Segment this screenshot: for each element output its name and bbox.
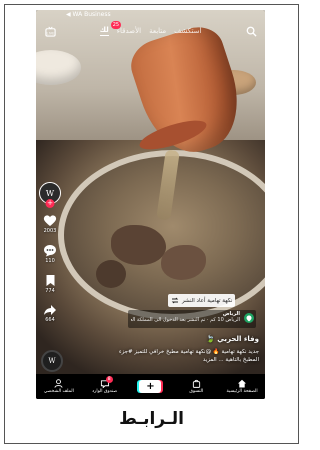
location-pin-icon <box>244 313 254 323</box>
post-username[interactable]: وفاء الحربي 🍃 <box>206 335 259 343</box>
tab-for-you[interactable]: لك <box>99 26 109 36</box>
meat-piece <box>96 260 126 288</box>
svg-text:LIVE: LIVE <box>46 31 55 35</box>
share-action[interactable]: 664 <box>43 304 57 323</box>
bookmark-icon <box>46 275 54 286</box>
music-disc-icon[interactable]: W <box>41 350 63 372</box>
shop-icon <box>192 379 200 388</box>
link-caption[interactable]: الـرابـط <box>5 409 298 429</box>
tab-friends-label: الأصدقاء <box>116 27 142 35</box>
repost-pill[interactable]: نكهة تهامية أعاد النشر <box>168 294 236 307</box>
status-bar: ◀ WA Business <box>36 10 265 20</box>
meat-piece <box>111 225 166 265</box>
share-count: 664 <box>45 317 55 323</box>
save-count: 774 <box>45 288 55 294</box>
nav-home[interactable]: الصفحة الرئيسية <box>222 379 262 394</box>
comment-action[interactable]: 110 <box>43 244 57 264</box>
creator-avatar[interactable]: W + <box>39 182 61 208</box>
nav-shop[interactable]: التسوق <box>176 379 216 394</box>
repost-label: نكهة تهامية أعاد النشر <box>182 297 233 304</box>
comment-count: 110 <box>45 258 55 264</box>
follow-button[interactable]: + <box>45 199 55 208</box>
tab-following[interactable]: متابعة <box>149 27 166 35</box>
tab-friends[interactable]: 25 الأصدقاء <box>110 21 142 35</box>
inbox-badge: 8 <box>105 376 113 383</box>
feed-tabs: استكشف متابعة 25 الأصدقاء لك <box>99 21 201 36</box>
tab-explore[interactable]: استكشف <box>174 27 201 35</box>
search-icon[interactable] <box>245 25 257 37</box>
nav-profile-label: الملف الشخصي <box>43 389 74 394</box>
nav-home-label: الصفحة الرئيسية <box>226 389 258 394</box>
share-arrow-icon <box>44 305 56 315</box>
profile-icon <box>54 379 63 388</box>
like-action[interactable]: 2003 <box>43 214 57 234</box>
nav-inbox[interactable]: 8 صندوق الوارد <box>85 376 125 394</box>
location-subtitle: الرياض 10 كم · تم النشر بعد الدخول الى ا… <box>131 317 240 323</box>
nav-inbox-label: صندوق الوارد <box>92 389 118 394</box>
top-bar: LIVE استكشف متابعة 25 الأصدقاء لك <box>36 21 265 40</box>
disc-glyph: W <box>48 357 56 365</box>
location-card[interactable]: الرياض الرياض 10 كم · تم النشر بعد الدخو… <box>128 310 256 328</box>
like-count: 2003 <box>43 228 57 234</box>
friends-badge: 25 <box>110 21 122 29</box>
heart-icon <box>43 215 57 226</box>
save-action[interactable]: 774 <box>45 274 56 294</box>
bottom-nav: الملف الشخصي 8 صندوق الوارد + التسوق الص… <box>36 374 265 399</box>
action-rail: W + 2003 110 774 664 <box>38 182 62 323</box>
nav-shop-label: التسوق <box>189 389 204 394</box>
comment-icon <box>44 245 56 257</box>
nav-create[interactable]: + <box>130 380 170 393</box>
avatar-glyph: W <box>45 188 55 198</box>
back-to-app-link[interactable]: ◀ WA Business <box>66 11 111 18</box>
create-button[interactable]: + <box>139 380 162 393</box>
home-icon <box>238 379 247 388</box>
nav-profile[interactable]: الملف الشخصي <box>39 379 79 394</box>
live-tv-icon[interactable]: LIVE <box>44 25 56 37</box>
phone-screen: ◀ WA Business LIVE استكشف متابعة 25 الأص… <box>36 10 265 399</box>
repost-icon <box>171 297 179 304</box>
post-caption[interactable]: جديد نكهة تهامية 🔥 @نكهة تهامية مطبخ خرا… <box>109 348 259 364</box>
image-frame: ◀ WA Business LIVE استكشف متابعة 25 الأص… <box>4 4 299 444</box>
